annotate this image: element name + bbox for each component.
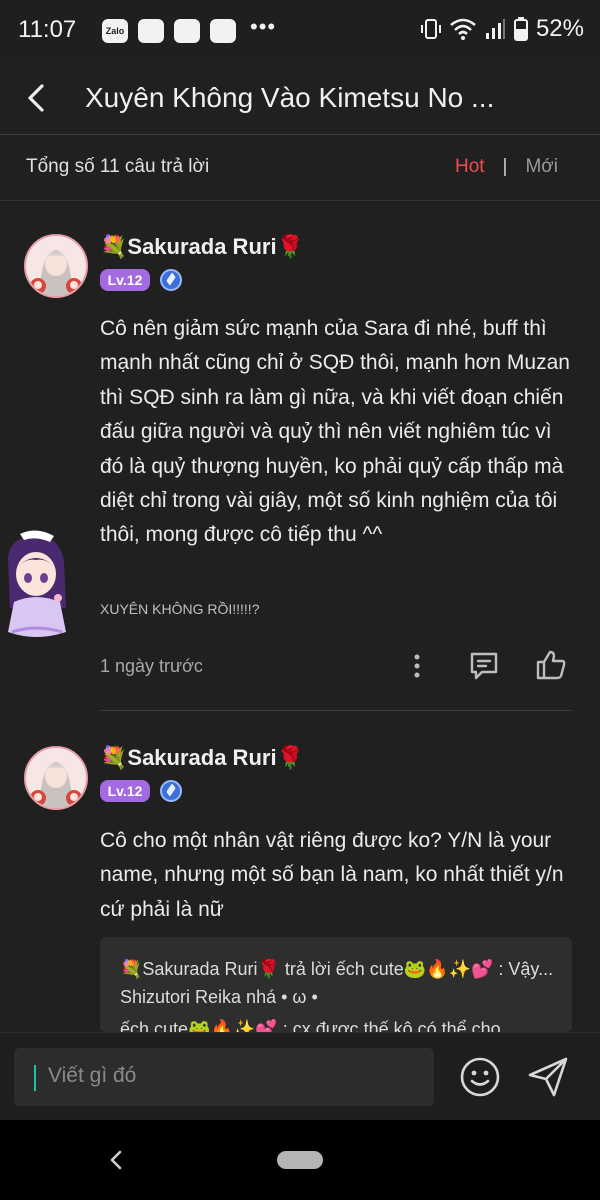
avatar-image xyxy=(26,748,86,808)
chapter-tag[interactable]: XUYÊN KHÔNG RỒI!!!!!? xyxy=(100,601,259,617)
avatar[interactable] xyxy=(24,746,88,810)
send-icon[interactable] xyxy=(526,1055,572,1099)
notification-icon xyxy=(210,19,236,43)
screen: 11:07 Zalo ••• 52% Xuyên Không Vào Kimet… xyxy=(0,0,600,1200)
level-badge: Lv.12 xyxy=(100,269,150,291)
smiley-icon[interactable] xyxy=(458,1055,502,1099)
comment-text: Cô cho một nhân vật riêng được ko? Y/N l… xyxy=(100,829,564,921)
status-indicators: 52% xyxy=(420,15,584,43)
top-app-bar: Xuyên Không Vào Kimetsu No ... xyxy=(0,62,600,135)
zalo-notification-icon: Zalo xyxy=(102,19,128,43)
back-chevron-icon[interactable] xyxy=(22,80,54,116)
reply-count: Tổng số 11 câu trả lời xyxy=(26,156,210,177)
system-navigation-bar xyxy=(0,1120,600,1200)
more-vertical-icon[interactable] xyxy=(408,652,426,680)
notification-icon xyxy=(138,19,164,43)
username[interactable]: 💐Sakurada Ruri🌹 xyxy=(100,745,304,771)
username[interactable]: 💐Sakurada Ruri🌹 xyxy=(100,234,304,260)
input-placeholder: Viết gì đó xyxy=(48,1064,137,1087)
reply-preview-text: ếch cute🐸🔥✨💕 : cx được thế kô có thể cho xyxy=(120,1019,501,1032)
level-badge: Lv.12 xyxy=(100,780,150,802)
text-caret xyxy=(34,1065,36,1091)
comment-input[interactable]: Viết gì đó xyxy=(14,1048,434,1106)
wifi-icon xyxy=(450,18,476,40)
signal-icon xyxy=(485,19,505,39)
status-bar: 11:07 Zalo ••• 52% xyxy=(0,0,600,62)
ethereum-badge-icon xyxy=(160,269,182,291)
battery-percent: 52% xyxy=(535,15,584,42)
battery-icon xyxy=(513,17,528,41)
vibrate-icon xyxy=(420,19,441,39)
chibi-sticker-image xyxy=(8,530,66,637)
sort-hot-tab[interactable]: Hot xyxy=(455,156,485,178)
more-notifications-icon: ••• xyxy=(250,14,277,39)
comment-text: Cô nên giảm sức mạnh của Sara đi nhé, bu… xyxy=(100,317,570,547)
reply-preview-text: 💐Sakurada Ruri🌹 trả lời ếch cute🐸🔥✨💕 : V… xyxy=(120,959,554,1007)
sort-toggle: Hot | Mới xyxy=(455,156,558,178)
reply-preview[interactable]: 💐Sakurada Ruri🌹 trả lời ếch cute🐸🔥✨💕 : V… xyxy=(100,937,572,1032)
notification-icon xyxy=(174,19,200,43)
sort-separator: | xyxy=(502,156,508,177)
system-back-icon[interactable] xyxy=(106,1146,126,1174)
sort-new-tab[interactable]: Mới xyxy=(525,156,558,178)
replies-summary: Tổng số 11 câu trả lời Hot | Mới xyxy=(0,134,600,201)
status-time: 11:07 xyxy=(18,16,77,43)
home-pill[interactable] xyxy=(277,1151,323,1169)
avatar[interactable] xyxy=(24,234,88,298)
comment-icon[interactable] xyxy=(468,650,500,682)
avatar-image xyxy=(26,236,86,296)
ethereum-badge-icon xyxy=(160,780,182,802)
comment-composer: Viết gì đó xyxy=(0,1032,600,1121)
page-title: Xuyên Không Vào Kimetsu No ... xyxy=(85,82,495,113)
thumbs-up-icon[interactable] xyxy=(534,648,568,682)
comment-time: 1 ngày trước xyxy=(100,656,203,676)
comment-divider xyxy=(100,710,572,711)
